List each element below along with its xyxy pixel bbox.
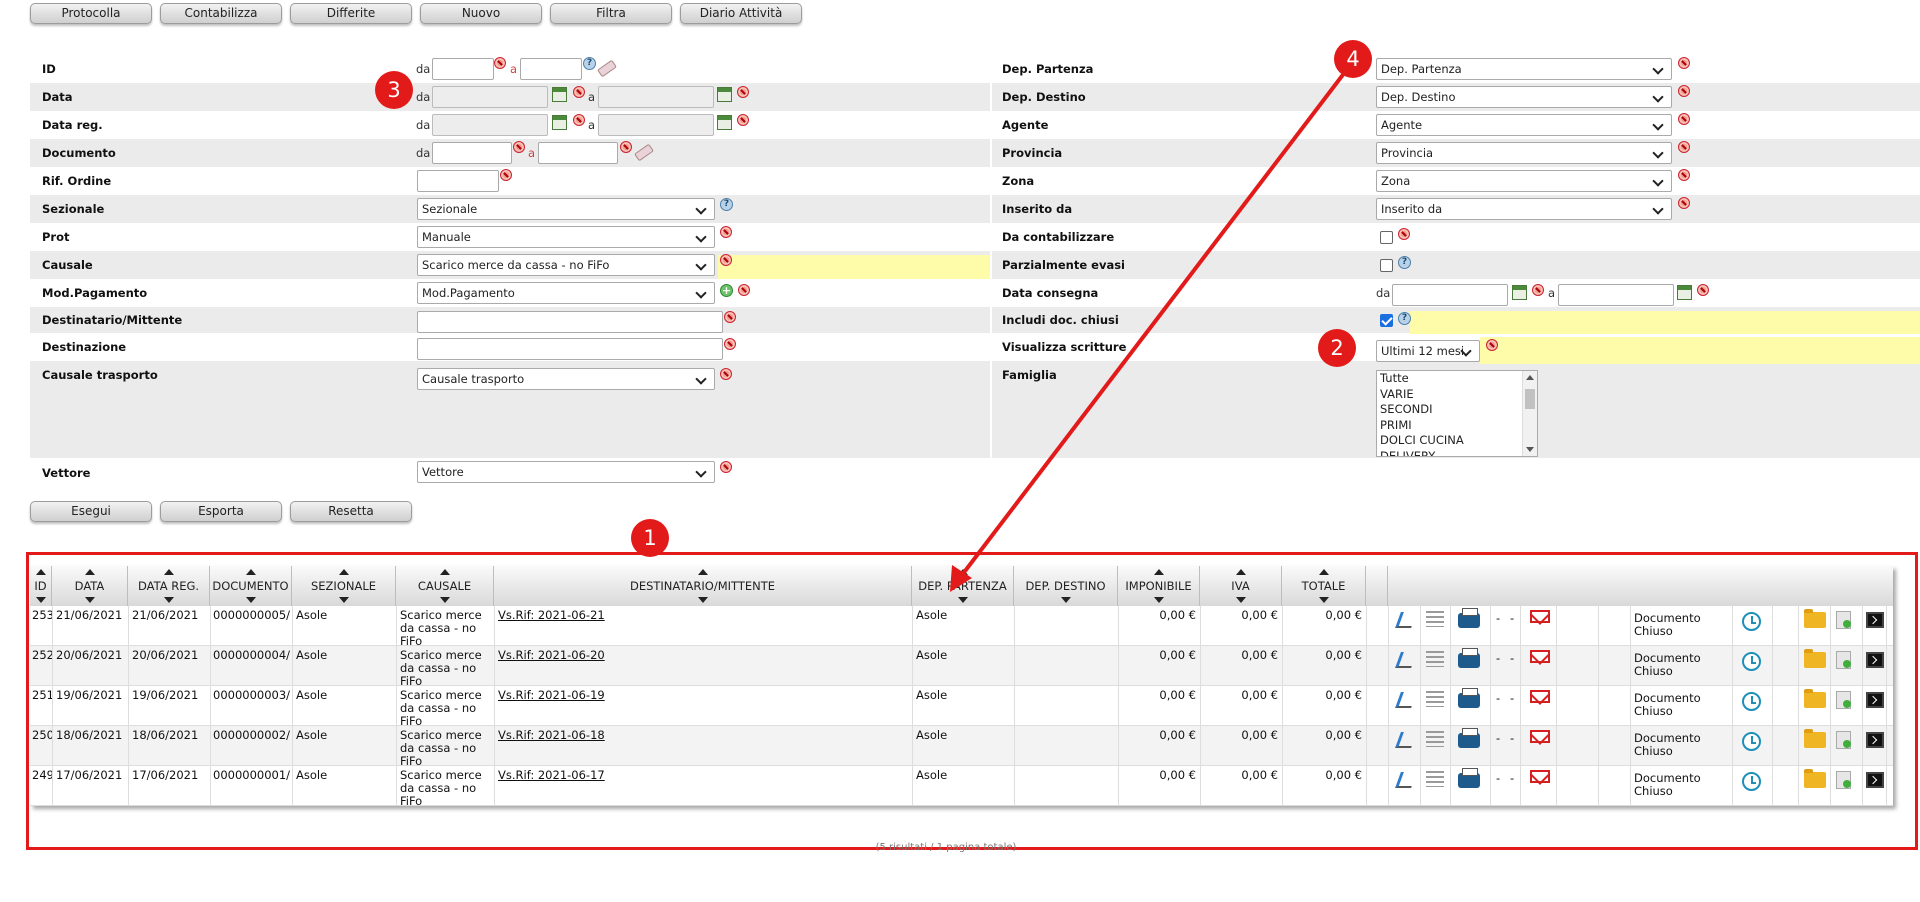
callout-arrow [950, 70, 1347, 592]
page: Protocolla Contabilizza Differite Nuovo … [0, 0, 1920, 902]
callout-badge-3: 3 [375, 71, 413, 109]
callout-badge-1: 1 [631, 519, 669, 557]
callout-badge-2: 2 [1318, 329, 1356, 367]
callout-badge-4: 4 [1334, 40, 1372, 78]
